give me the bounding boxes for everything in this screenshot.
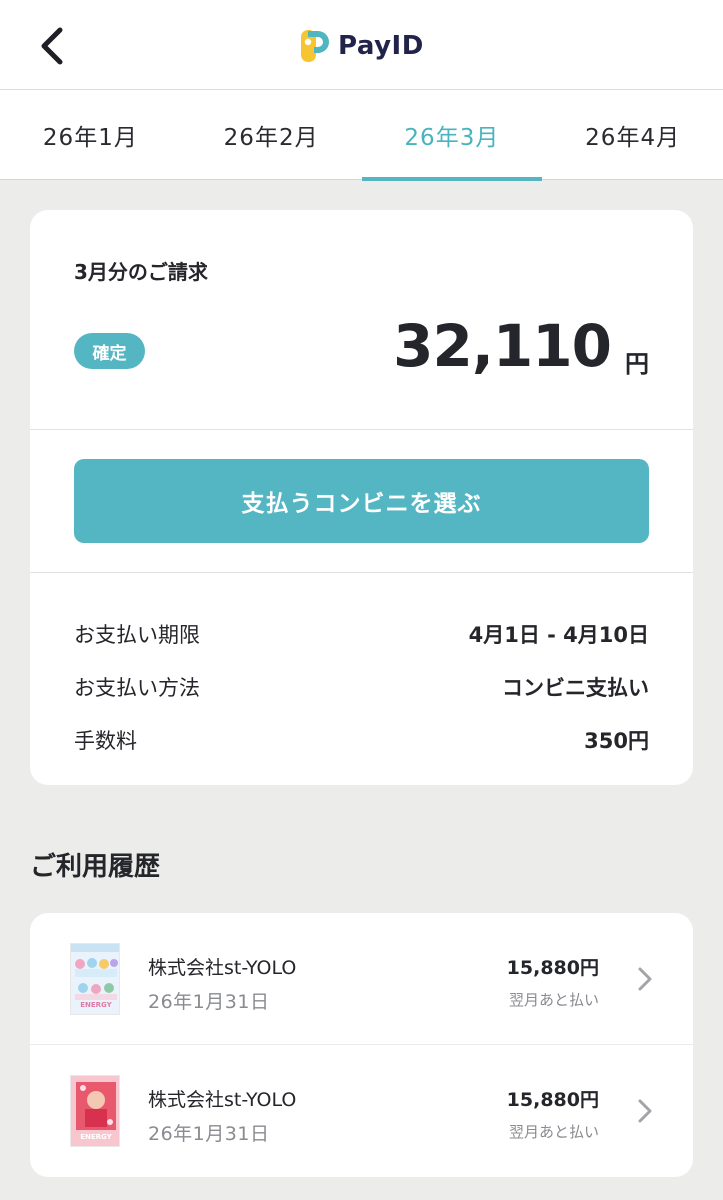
bill-title: 3月分のご請求: [74, 260, 208, 284]
month-tabs: 26年1月 26年2月 26年3月 26年4月: [0, 90, 723, 181]
tab-month-1[interactable]: 26年1月: [0, 90, 181, 180]
payment-method: 翌月あと払い: [508, 1123, 599, 1141]
payid-logo: PayID: [300, 28, 424, 64]
logo-text: PayID: [338, 31, 424, 61]
payment-method: 翌月あと払い: [508, 991, 599, 1009]
tab-month-2[interactable]: 26年2月: [181, 90, 362, 180]
purchase-date: 26年1月31日: [148, 991, 270, 1013]
fee-value: 350円: [584, 729, 649, 753]
chevron-right-icon: [638, 967, 652, 991]
purchase-date: 26年1月31日: [148, 1123, 270, 1145]
merchant-name: 株式会社st-YOLO: [148, 1089, 297, 1111]
tab-month-4[interactable]: 26年4月: [542, 90, 723, 180]
app-header: PayID: [0, 0, 723, 90]
payment-deadline-row: お支払い期限 4月1日 - 4月10日: [74, 619, 649, 649]
fee-row: 手数料 350円: [74, 725, 649, 755]
status-badge: 確定: [74, 333, 145, 369]
payment-deadline-value: 4月1日 - 4月10日: [468, 623, 649, 647]
fee-label: 手数料: [74, 729, 137, 753]
history-item[interactable]: ENERGY 株式会社st-YOLO 26年1月31日 15,880円 翌月あと…: [30, 1045, 693, 1177]
chevron-right-icon: [638, 1099, 652, 1123]
history-item[interactable]: ENERGY 株式会社st-YOLO 26年1月31日 15,880円 翌月あと…: [30, 913, 693, 1045]
product-thumbnail: ENERGY: [70, 943, 120, 1015]
payment-deadline-label: お支払い期限: [74, 623, 200, 647]
usage-history-title: ご利用履歴: [30, 852, 161, 882]
select-convenience-store-button[interactable]: 支払うコンビニを選ぶ: [74, 459, 649, 543]
item-amount: 15,880円: [506, 1089, 599, 1111]
thumbnail-text: ENERGY: [80, 1001, 112, 1009]
bill-amount-unit: 円: [625, 350, 649, 378]
payment-method-row: お支払い方法 コンビニ支払い: [74, 672, 649, 702]
merchant-name: 株式会社st-YOLO: [148, 957, 297, 979]
thumbnail-text: ENERGY: [80, 1133, 112, 1141]
tab-month-3[interactable]: 26年3月: [361, 90, 543, 181]
back-button[interactable]: [28, 22, 76, 70]
divider: [30, 572, 693, 573]
bill-amount: 32,110: [393, 312, 612, 380]
divider: [30, 429, 693, 430]
product-thumbnail: ENERGY: [70, 1075, 120, 1147]
payid-logo-icon: [301, 30, 329, 62]
bill-card: 3月分のご請求 確定 32,110 円 支払うコンビニを選ぶ お支払い期限 4月…: [30, 210, 693, 785]
payment-method-value: コンビニ支払い: [502, 676, 649, 700]
payment-method-label: お支払い方法: [74, 676, 200, 700]
chevron-left-icon: [41, 27, 63, 65]
item-amount: 15,880円: [506, 957, 599, 979]
usage-history-list: ENERGY 株式会社st-YOLO 26年1月31日 15,880円 翌月あと…: [30, 913, 693, 1177]
